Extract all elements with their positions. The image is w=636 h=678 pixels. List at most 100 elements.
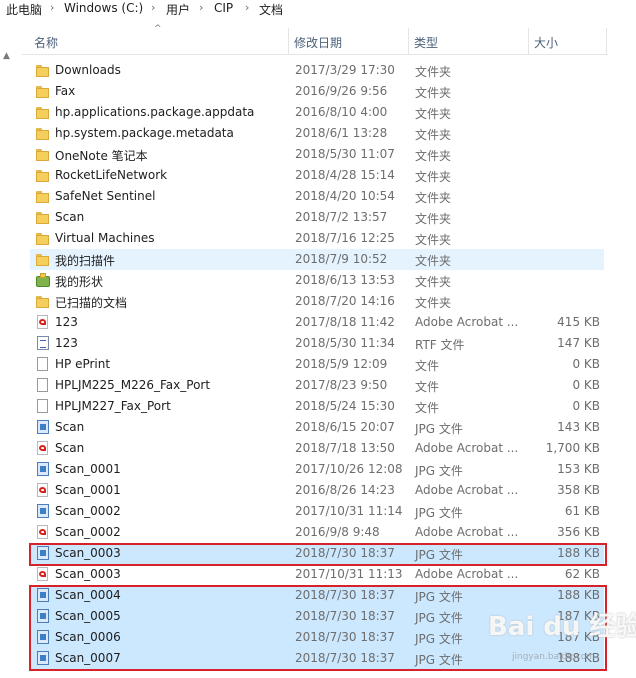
table-row-partial[interactable]: [30, 671, 604, 678]
column-date[interactable]: 修改日期: [294, 34, 342, 51]
table-row[interactable]: Scan_0002 2016/9/8 9:48 Adobe Acrobat ... 3…: [30, 522, 604, 543]
table-row[interactable]: 已扫描的文档 2018/7/20 14:16 文件夹: [30, 291, 604, 312]
table-row[interactable]: HP ePrint 2018/5/9 12:09 文件 0 KB: [30, 354, 604, 375]
file-date: 2018/6/1 13:28: [295, 126, 388, 140]
table-row[interactable]: RocketLifeNetwork 2018/4/28 15:14 文件夹: [30, 165, 604, 186]
file-size: 61 KB: [564, 504, 600, 518]
file-name: Virtual Machines: [55, 231, 155, 245]
file-type: 文件夹: [415, 128, 452, 142]
file-icon: [37, 378, 48, 392]
column-divider[interactable]: [288, 28, 289, 54]
table-row[interactable]: hp.system.package.metadata 2018/6/1 13:28…: [30, 123, 604, 144]
shapes-folder-icon: [36, 273, 50, 287]
file-name: Scan_0001: [55, 462, 121, 476]
file-date: 2017/10/31 11:14: [295, 504, 403, 518]
table-row[interactable]: HPLJM225_M226_Fax_Port 2017/8/23 9:50 文件 0 …: [30, 375, 604, 396]
file-date: 2016/9/8 9:48: [295, 525, 380, 539]
address-breadcrumb[interactable]: 此电脑 › Windows (C:) › 用户 › CIP › 文档: [0, 0, 636, 18]
table-row[interactable]: 123 2017/8/18 11:42 Adobe Acrobat ... 415 K…: [30, 312, 604, 333]
file-type: 文件夹: [415, 191, 452, 205]
breadcrumb-user[interactable]: CIP: [214, 1, 233, 15]
file-name: Scan: [55, 441, 85, 455]
file-type: 文件: [415, 359, 440, 373]
scroll-up-arrow-icon[interactable]: ▲: [3, 51, 10, 61]
breadcrumb-users[interactable]: 用户: [166, 1, 190, 18]
file-type: 文件: [415, 401, 440, 415]
column-divider[interactable]: [408, 28, 409, 54]
table-row[interactable]: 123 2018/5/30 11:34 RTF 文件 147 KB: [30, 333, 604, 354]
baidu-watermark: Bai du 经验: [488, 612, 636, 642]
file-name: 已扫描的文档: [55, 296, 128, 310]
column-divider[interactable]: [528, 28, 529, 54]
chevron-right-icon[interactable]: ›: [151, 1, 155, 14]
file-date: 2018/5/30 11:07: [295, 147, 395, 161]
column-name[interactable]: 名称: [34, 34, 58, 51]
table-row[interactable]: 我的形状 2018/6/13 13:53 文件夹: [30, 270, 604, 291]
file-name: Scan_0002: [55, 504, 121, 518]
jpg-icon: [37, 504, 49, 518]
table-row[interactable]: OneNote 笔记本 2018/5/30 11:07 文件夹: [30, 144, 604, 165]
table-row[interactable]: Scan 2018/7/2 13:57 文件夹: [30, 207, 604, 228]
file-date: 2018/6/15 20:07: [295, 420, 395, 434]
column-size[interactable]: 大小: [534, 34, 558, 51]
file-name: 我的扫描件: [55, 254, 116, 268]
file-type: JPG 文件: [415, 464, 463, 478]
file-size: 153 KB: [557, 462, 600, 476]
chevron-right-icon[interactable]: ›: [50, 1, 54, 14]
file-type: JPG 文件: [415, 422, 463, 436]
file-name: hp.system.package.metadata: [55, 126, 234, 140]
table-row[interactable]: 我的扫描件 2018/7/9 10:52 文件夹: [30, 249, 604, 270]
table-row[interactable]: Scan_0001 2016/8/26 14:23 Adobe Acrobat ..…: [30, 480, 604, 501]
table-row[interactable]: Scan 2018/7/18 13:50 Adobe Acrobat ... 1,70…: [30, 438, 604, 459]
file-date: 2017/3/29 17:30: [295, 63, 395, 77]
table-row[interactable]: hp.applications.package.appdata 2016/8/10…: [30, 102, 604, 123]
file-date: 2018/7/20 14:16: [295, 294, 395, 308]
column-divider[interactable]: [606, 28, 607, 54]
folder-icon: [36, 84, 50, 98]
table-row[interactable]: Fax 2016/9/26 9:56 文件夹: [30, 81, 604, 102]
file-type: 文件夹: [415, 86, 452, 100]
table-row[interactable]: Downloads 2017/3/29 17:30 文件夹: [30, 60, 604, 81]
file-type: Adobe Acrobat ...: [415, 315, 519, 329]
breadcrumb-this-pc[interactable]: 此电脑: [6, 1, 42, 18]
file-name: 我的形状: [55, 275, 104, 289]
file-size: 143 KB: [557, 420, 600, 434]
file-size: 415 KB: [557, 315, 600, 329]
file-type: RTF 文件: [415, 338, 465, 352]
breadcrumb-documents[interactable]: 文档: [259, 1, 283, 18]
column-type[interactable]: 类型: [414, 34, 438, 51]
file-date: 2018/7/18 13:50: [295, 441, 395, 455]
baidu-watermark-url: jingyan.baidu.com: [512, 652, 596, 662]
file-name: Scan_0001: [55, 483, 121, 497]
file-name: Scan_0003: [55, 567, 121, 581]
breadcrumb-drive[interactable]: Windows (C:): [64, 1, 143, 15]
table-row[interactable]: Virtual Machines 2018/7/16 12:25 文件夹: [30, 228, 604, 249]
table-row[interactable]: Scan_0001 2017/10/26 12:08 JPG 文件 153 KB: [30, 459, 604, 480]
table-row[interactable]: Scan_0002 2017/10/31 11:14 JPG 文件 61 KB: [30, 501, 604, 522]
file-name: hp.applications.package.appdata: [55, 105, 255, 119]
pdf-icon: [37, 315, 48, 329]
sort-ascending-icon: ^: [154, 24, 162, 34]
folder-icon: [36, 210, 50, 224]
file-name: Scan_0002: [55, 525, 121, 539]
file-size: 0 KB: [572, 378, 600, 392]
chevron-right-icon[interactable]: ›: [199, 1, 203, 14]
chevron-right-icon[interactable]: ›: [245, 1, 249, 14]
pdf-icon: [37, 483, 48, 497]
table-row[interactable]: Scan 2018/6/15 20:07 JPG 文件 143 KB: [30, 417, 604, 438]
table-row[interactable]: Scan_0003 2017/10/31 11:13 Adobe Acrobat .…: [30, 564, 604, 585]
file-size: 147 KB: [557, 336, 600, 350]
file-size: 1,700 KB: [545, 441, 600, 455]
file-type: 文件夹: [415, 170, 452, 184]
file-name: HP ePrint: [55, 357, 111, 371]
table-row[interactable]: HPLJM227_Fax_Port 2018/5/24 15:30 文件 0 KB: [30, 396, 604, 417]
file-type: Adobe Acrobat ...: [415, 567, 519, 581]
file-type: 文件夹: [415, 296, 452, 310]
file-size: 358 KB: [557, 483, 600, 497]
file-date: 2017/8/18 11:42: [295, 315, 395, 329]
jpg-icon: [37, 420, 49, 434]
table-row[interactable]: SafeNet Sentinel 2018/4/20 10:54 文件夹: [30, 186, 604, 207]
navigation-pane-edge: ▲: [0, 18, 22, 678]
file-date: 2017/8/23 9:50: [295, 378, 388, 392]
file-date: 2017/10/26 12:08: [295, 462, 403, 476]
